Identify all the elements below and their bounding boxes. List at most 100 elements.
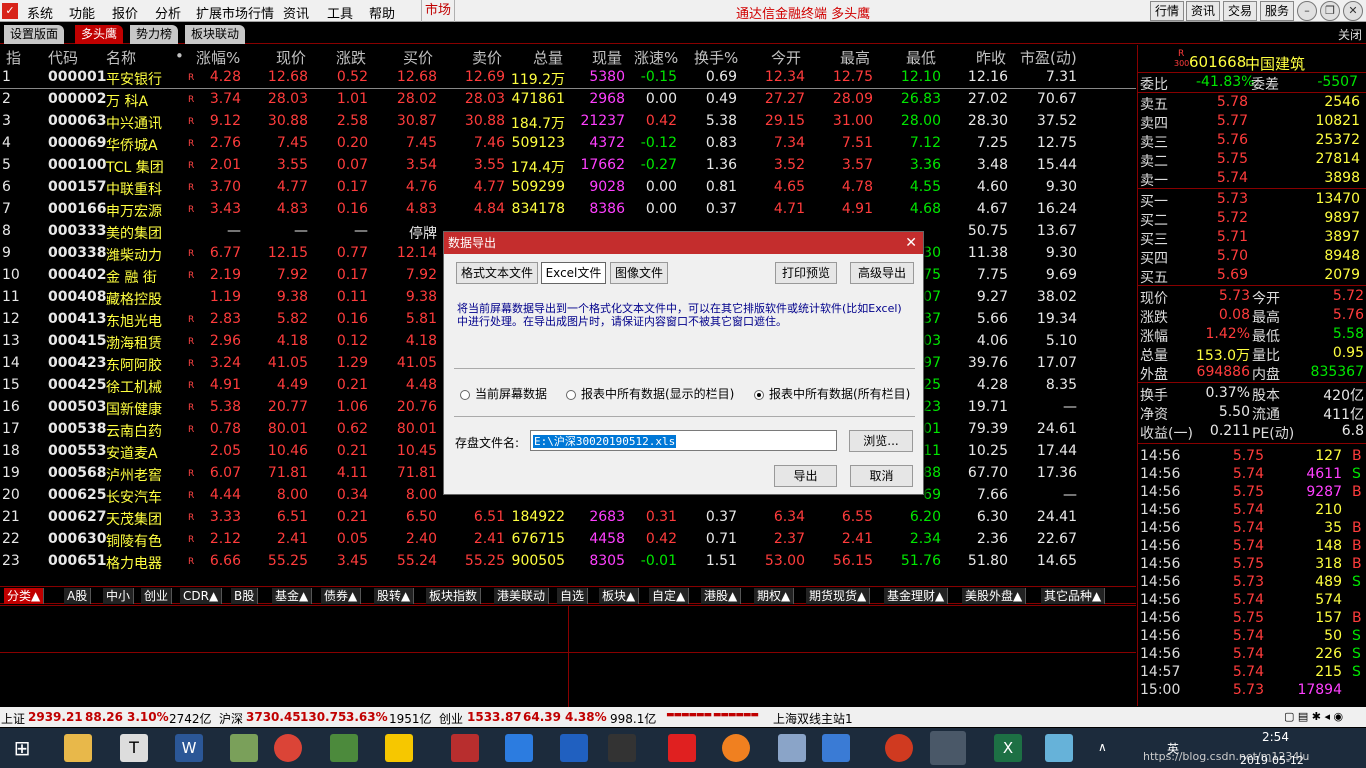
winrar-icon[interactable] [451, 734, 479, 762]
column-header[interactable]: 卖价 [472, 47, 502, 69]
tab-text-file[interactable]: 格式文本文件 [456, 262, 538, 284]
column-header[interactable]: 代码 [48, 47, 78, 69]
tray-chevron-icon[interactable]: ∧ [1098, 740, 1107, 754]
category-tab[interactable]: 中小 [103, 588, 135, 604]
menu-analysis[interactable]: 分析 [155, 3, 181, 22]
tab-sector-linkage[interactable]: 板块联动 [185, 25, 246, 44]
typora-icon[interactable]: T [120, 734, 148, 762]
baidu-netdisk-icon[interactable] [505, 734, 533, 762]
kindle-icon[interactable] [608, 734, 636, 762]
cancel-button[interactable]: 取消 [850, 465, 913, 487]
table-row[interactable]: 21 000627 天茂集团 R 3.33 6.51 0.21 6.50 6.51 184922 2… [0, 507, 1136, 529]
category-tab[interactable]: 债券▲ [321, 588, 362, 604]
menu-tools[interactable]: 工具 [327, 3, 353, 22]
tab-excel-file[interactable]: Excel文件 [541, 262, 606, 284]
security-shield-icon[interactable] [560, 734, 588, 762]
table-row[interactable]: 5 000100 TCL 集团 R 2.01 3.55 0.07 3.54 3.55 174.4万… [0, 155, 1136, 177]
column-header[interactable]: 换手% [694, 47, 738, 69]
editor-icon[interactable] [330, 734, 358, 762]
windows-start-icon[interactable]: ⊞ [8, 734, 36, 762]
table-row[interactable]: 23 000651 格力电器 R 6.66 55.25 3.45 55.24 55.25 9005… [0, 551, 1136, 573]
news-button[interactable]: 资讯 [1186, 1, 1221, 21]
category-tab[interactable]: 自定▲ [649, 588, 690, 604]
close-layout-button[interactable]: 关闭 [1338, 26, 1362, 43]
category-tab[interactable]: 创业 [141, 588, 173, 604]
swirl-app-icon[interactable] [885, 734, 913, 762]
status-tray-icons[interactable]: ▢ ▤ ✱ ◂ ◉ [1284, 710, 1343, 723]
advanced-export-button[interactable]: 高级导出 [850, 262, 914, 284]
menu-function[interactable]: 功能 [69, 3, 95, 22]
image-viewer-icon[interactable] [822, 734, 850, 762]
column-header[interactable]: 买价 [403, 47, 433, 69]
category-tab[interactable]: 分类▲ [4, 588, 45, 604]
menu-news[interactable]: 资讯 [283, 3, 309, 22]
column-header[interactable]: • [175, 47, 184, 69]
server-label[interactable]: 上海双线主站1 [773, 710, 853, 727]
file-name-input[interactable]: E:\沪深30020190512.xls [530, 430, 837, 451]
photos-icon[interactable] [230, 734, 258, 762]
clock-time[interactable]: 2:54 [1262, 730, 1289, 744]
notes-icon[interactable] [1045, 734, 1073, 762]
table-row[interactable]: 22 000630 铜陵有色 R 2.12 2.41 0.05 2.40 2.41 676715 4… [0, 529, 1136, 551]
category-tab[interactable]: 基金理财▲ [884, 588, 949, 604]
print-preview-button[interactable]: 打印预览 [775, 262, 837, 284]
menu-system[interactable]: 系统 [27, 3, 53, 22]
xmind-icon[interactable] [668, 734, 696, 762]
radio-report-displayed-columns[interactable]: 报表中所有数据(显示的栏目) [566, 385, 734, 402]
browse-button[interactable]: 浏览... [849, 430, 913, 452]
table-row[interactable]: 6 000157 中联重科 R 3.70 4.77 0.17 4.76 4.77 509299 90… [0, 177, 1136, 199]
menu-help[interactable]: 帮助 [369, 3, 395, 22]
quote-button[interactable]: 行情 [1150, 1, 1185, 21]
column-header[interactable]: 最高 [840, 47, 870, 69]
column-header[interactable]: 现量 [592, 47, 622, 69]
column-header[interactable]: 涨幅% [196, 47, 240, 69]
menu-quote[interactable]: 报价 [112, 3, 138, 22]
category-tab[interactable]: 期货现货▲ [806, 588, 871, 604]
trade-button[interactable]: 交易 [1223, 1, 1258, 21]
category-tab[interactable]: 港美联动 [494, 588, 550, 604]
table-row[interactable]: 3 000063 中兴通讯 R 9.12 30.88 2.58 30.87 30.88 184.7… [0, 111, 1136, 133]
dialog-close-icon[interactable]: ✕ [905, 232, 917, 254]
word-icon[interactable]: W [175, 734, 203, 762]
tdx-active-app-icon[interactable] [930, 731, 966, 765]
column-header[interactable]: 市盈(动) [1020, 47, 1077, 69]
minimize-icon[interactable]: – [1297, 1, 1317, 21]
category-tab[interactable]: 美股外盘▲ [962, 588, 1027, 604]
monitor-icon[interactable] [778, 734, 806, 762]
column-header[interactable]: 最低 [906, 47, 936, 69]
category-tab[interactable]: 板块▲ [599, 588, 640, 604]
column-header[interactable]: 指 [6, 47, 21, 69]
market-button[interactable]: 市场 [421, 0, 455, 22]
column-header[interactable]: 涨跌 [336, 47, 366, 69]
category-tab[interactable]: B股 [231, 588, 259, 604]
chrome-icon[interactable] [274, 734, 302, 762]
table-row[interactable]: 2 000002 万 科A R 3.74 28.03 1.01 28.02 28.03 47186… [0, 89, 1136, 111]
clock-date[interactable]: 2019-05-12 [1240, 754, 1304, 767]
column-header[interactable]: 名称 [106, 47, 136, 69]
table-row[interactable]: 1 000001 平安银行 R 4.28 12.68 0.52 12.68 12.69 119.2… [0, 67, 1136, 89]
tab-layout-settings[interactable]: 设置版面 [4, 25, 65, 44]
category-tab[interactable]: 股转▲ [374, 588, 415, 604]
category-tab[interactable]: 其它品种▲ [1041, 588, 1106, 604]
category-tab[interactable]: 港股▲ [701, 588, 742, 604]
service-button[interactable]: 服务 [1260, 1, 1295, 21]
tab-image-file[interactable]: 图像文件 [610, 262, 668, 284]
vip-icon[interactable] [722, 734, 750, 762]
column-header[interactable]: 总量 [533, 47, 563, 69]
category-tab[interactable]: 基金▲ [272, 588, 313, 604]
category-tab[interactable]: 期权▲ [754, 588, 795, 604]
restore-icon[interactable]: ❐ [1320, 1, 1340, 21]
tab-strength-rank[interactable]: 势力榜 [130, 25, 179, 44]
radio-current-screen[interactable]: 当前屏幕数据 [460, 385, 547, 402]
column-header[interactable]: 现价 [276, 47, 306, 69]
column-header[interactable]: 涨速% [634, 47, 678, 69]
excel-icon[interactable]: X [994, 734, 1022, 762]
radio-report-all-columns[interactable]: 报表中所有数据(所有栏目) [754, 385, 910, 402]
column-header[interactable]: 昨收 [976, 47, 1006, 69]
tab-duotouying[interactable]: 多头鹰 [75, 25, 124, 44]
menu-extended-market[interactable]: 扩展市场行情 [196, 3, 274, 22]
export-button[interactable]: 导出 [774, 465, 837, 487]
file-explorer-icon[interactable] [64, 734, 92, 762]
category-tab[interactable]: CDR▲ [180, 588, 223, 604]
category-tab[interactable]: A股 [64, 588, 92, 604]
